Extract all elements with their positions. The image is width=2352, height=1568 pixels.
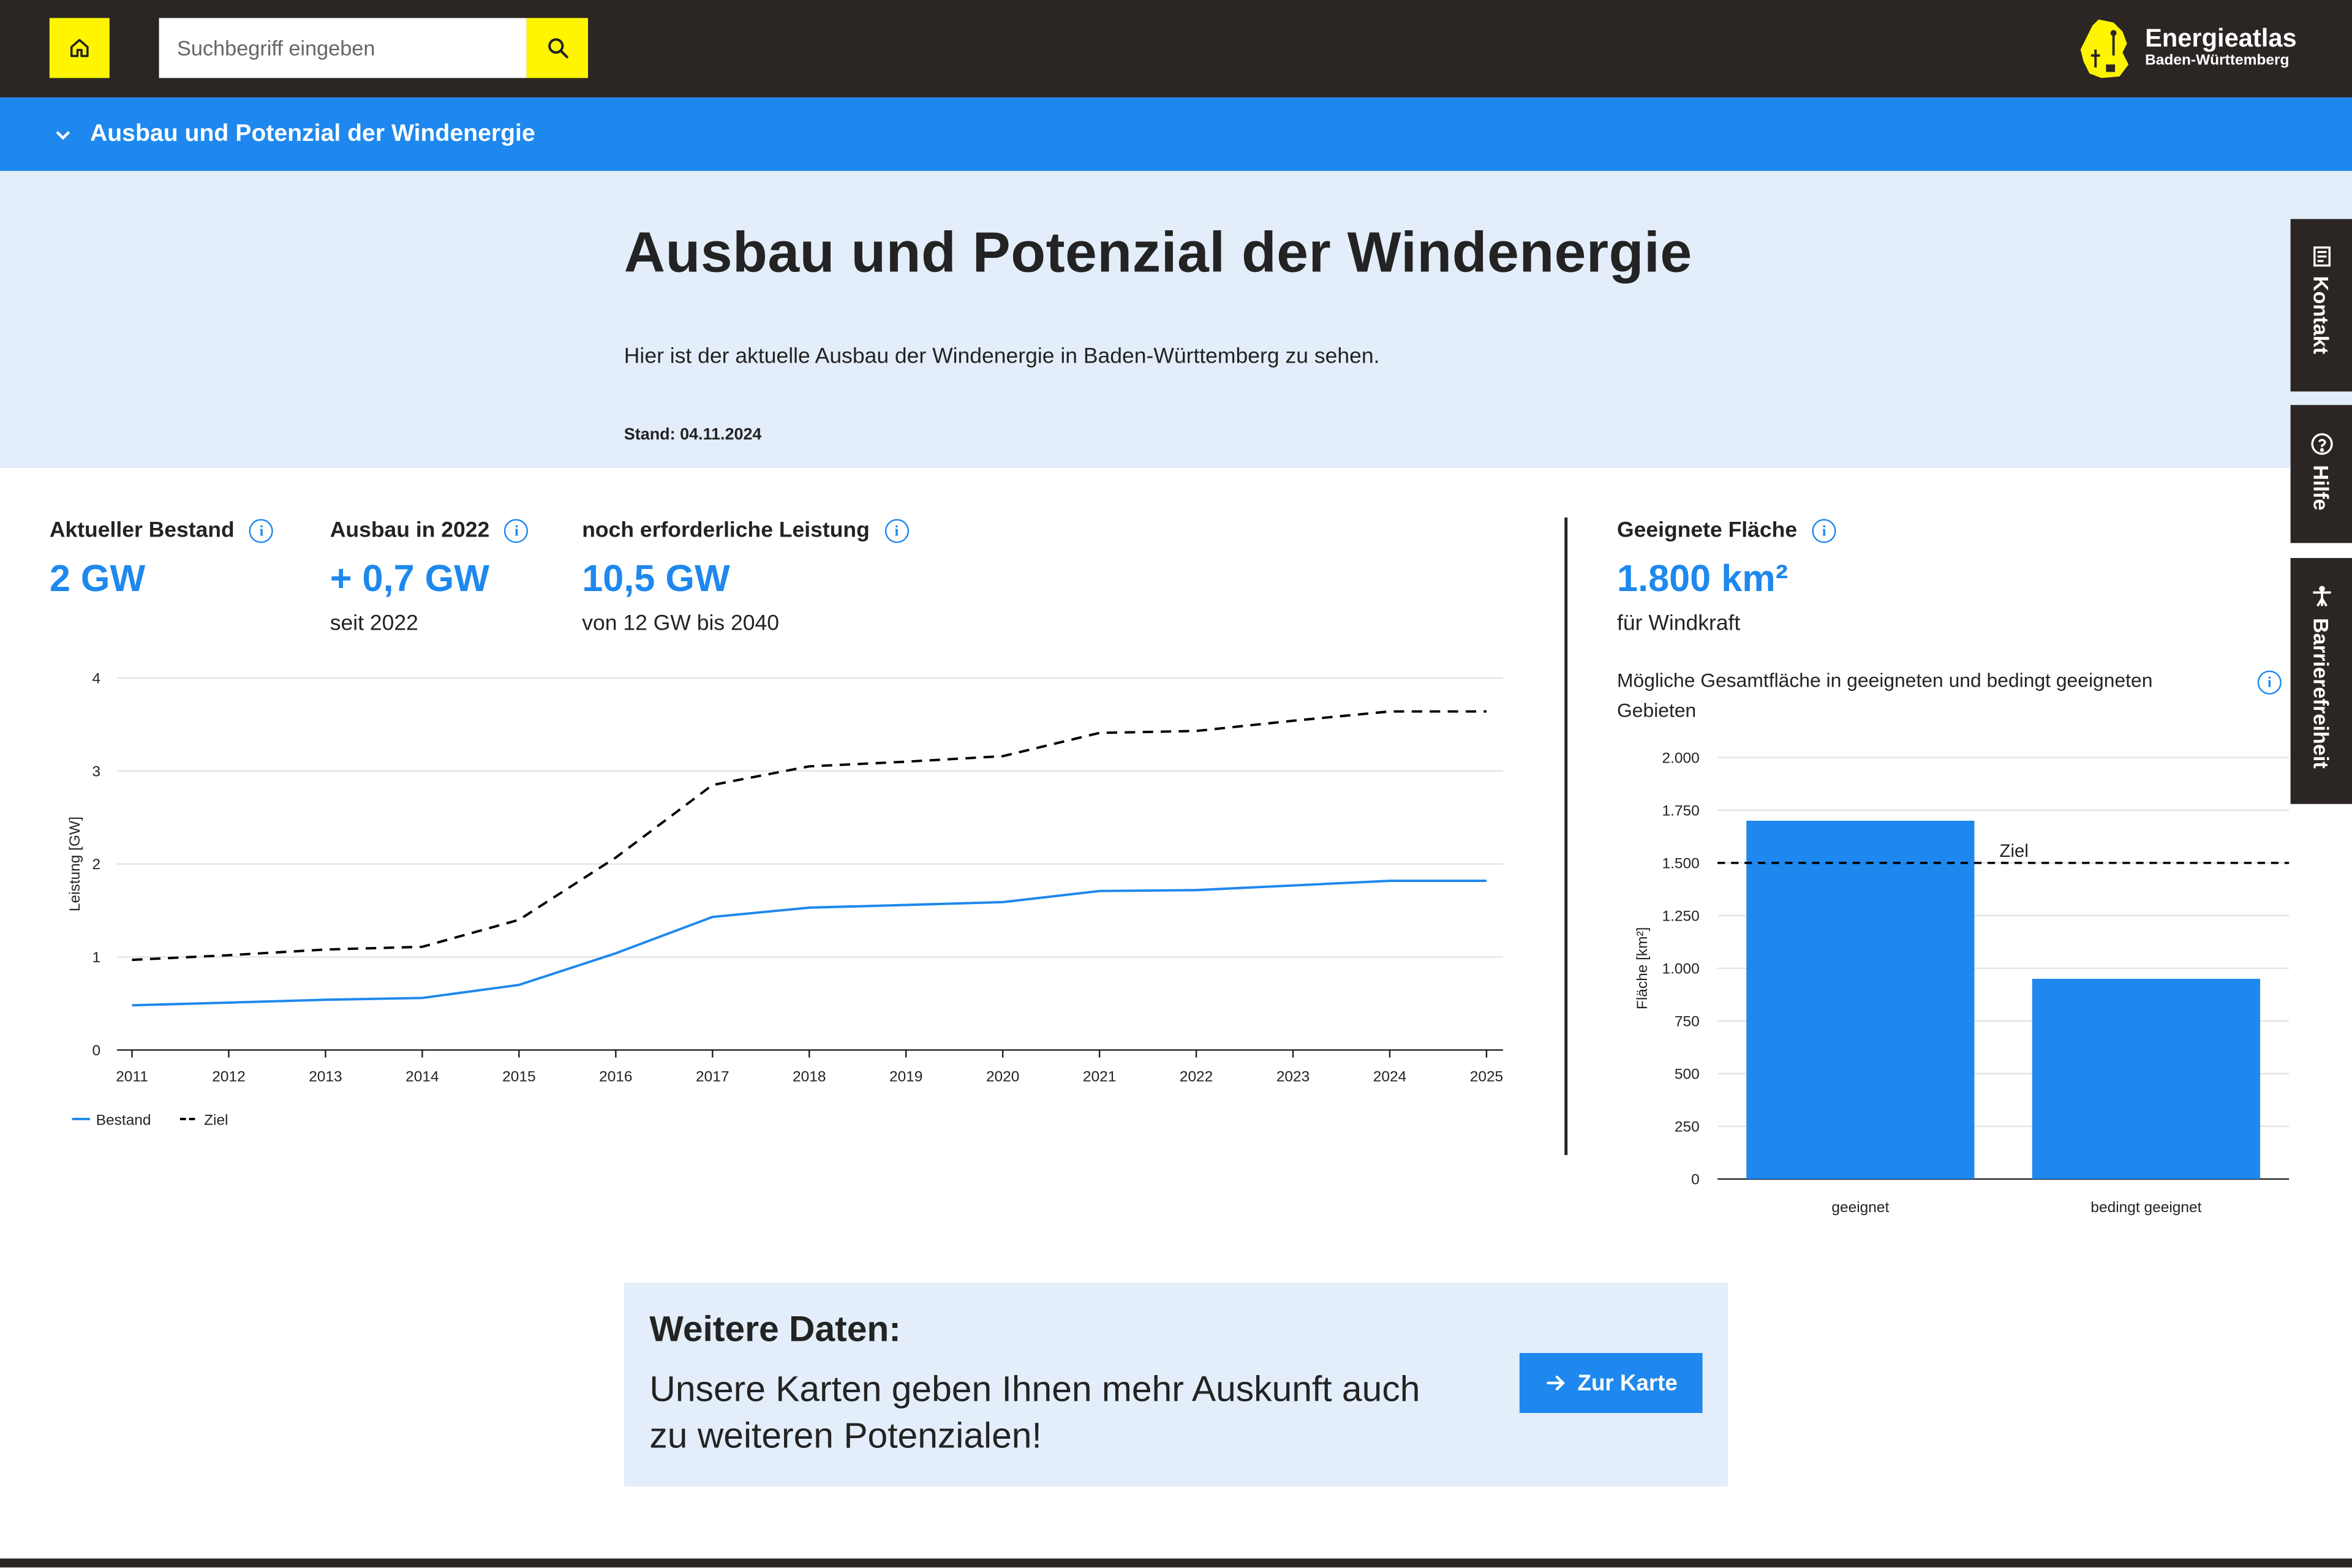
search-button[interactable] [526, 18, 589, 78]
y-tick-label: 2 [92, 856, 100, 873]
x-tick-label: 2021 [1083, 1069, 1116, 1085]
stat-sub-flaeche: für Windkraft [1617, 612, 1741, 636]
x-tick-label: 2025 [1470, 1069, 1503, 1085]
bar-bedingt-geeignet [2032, 979, 2261, 1179]
x-tick-label: geeignet [1831, 1199, 1889, 1216]
y-tick-label: 2.000 [1662, 750, 1699, 766]
zur-karte-button[interactable]: Zur Karte [1519, 1352, 1703, 1413]
info-icon[interactable]: i [2257, 670, 2282, 695]
x-tick-label: bedingt geeignet [2090, 1199, 2201, 1216]
info-icon[interactable]: i [504, 519, 529, 543]
side-tab-barrierefreiheit[interactable]: Barrierefreiheit [2290, 558, 2352, 804]
top-bar: Energieatlas Baden-Württemberg [0, 0, 2352, 98]
x-tick-label: 2012 [212, 1069, 245, 1085]
y-axis-label: Leistung [GW] [67, 816, 83, 911]
section-divider [1564, 517, 1568, 1155]
bar-geeignet [1746, 820, 1975, 1179]
x-tick-label: 2013 [309, 1069, 342, 1085]
stat-sub-ausbau: seit 2022 [330, 612, 418, 636]
stat-label-ausbau: Ausbau in 2022 i [330, 519, 529, 543]
more-data-box: Weitere Daten: Unsere Karten geben Ihnen… [624, 1282, 1728, 1487]
y-axis-label: Fläche [km²] [1634, 927, 1651, 1010]
y-tick-label: 500 [1675, 1066, 1700, 1082]
x-tick-label: 2024 [1373, 1069, 1406, 1085]
stat-label-text: Ausbau in 2022 [330, 519, 490, 543]
stat-value-erforderlich: 10,5 GW [582, 558, 730, 600]
chevron-down-icon [56, 130, 70, 140]
side-tab-kontakt-label: Kontakt [2309, 276, 2334, 355]
y-tick-label: 1.750 [1662, 802, 1699, 819]
page-title: Ausbau und Potenzial der Windenergie [624, 222, 1692, 285]
y-tick-label: 1 [92, 949, 100, 966]
zur-karte-label: Zur Karte [1577, 1370, 1678, 1396]
contact-icon [2312, 246, 2330, 267]
energieatlas-logo[interactable]: Energieatlas Baden-Württemberg [2078, 17, 2297, 80]
y-tick-label: 1.500 [1662, 855, 1699, 872]
page-description: Hier ist der aktuelle Ausbau der Windene… [624, 345, 1380, 369]
home-button[interactable] [49, 18, 110, 78]
bar-chart: 0 250 500 750 1.000 1.250 1.500 1.750 2.000 Fläch… [1634, 750, 2290, 1216]
logo-title: Energieatlas [2145, 24, 2297, 53]
y-tick-label: 0 [1691, 1171, 1700, 1188]
y-tick-label: 4 [92, 671, 100, 687]
line-chart: 0 1 2 3 4 2011 2012 2013 2014 2015 2016 2017 2018 201… [67, 671, 1503, 1129]
y-tick-label: 0 [92, 1042, 100, 1059]
side-tab-hilfe-label: Hilfe [2309, 465, 2334, 511]
section-toggle[interactable]: Ausbau und Potenzial der Windenergie [0, 97, 2352, 172]
y-tick-label: 1.000 [1662, 960, 1699, 977]
y-tick-label: 1.250 [1662, 908, 1699, 924]
x-tick-label: 2016 [599, 1069, 632, 1085]
y-tick-label: 3 [92, 763, 100, 780]
info-icon[interactable]: i [884, 519, 909, 543]
side-tab-barrierefreiheit-label: Barrierefreiheit [2309, 617, 2334, 769]
stat-label-flaeche: Geeignete Fläche i [1617, 519, 1836, 543]
x-tick-label: 2022 [1180, 1069, 1213, 1085]
more-data-heading: Weitere Daten: [649, 1309, 901, 1351]
x-tick-label: 2018 [793, 1069, 826, 1085]
stat-label-text: Aktueller Bestand [49, 519, 235, 543]
side-tab-hilfe[interactable]: Hilfe [2290, 405, 2352, 543]
search-input[interactable] [159, 18, 527, 78]
data-date: Stand: 04.11.2024 [624, 426, 762, 444]
more-data-text: Unsere Karten geben Ihnen mehr Auskunft … [649, 1369, 1420, 1457]
area-chart-description: Mögliche Gesamtfläche in geeigneten und … [1617, 669, 2153, 722]
x-tick-label: 2019 [889, 1069, 922, 1085]
x-tick-label: 2015 [502, 1069, 535, 1085]
state-map-logo-icon [2080, 19, 2129, 78]
y-tick-label: 250 [1675, 1118, 1700, 1135]
home-icon [70, 39, 89, 58]
accessibility-icon [2312, 586, 2331, 607]
stat-label-bestand: Aktueller Bestand i [50, 519, 274, 543]
info-icon[interactable]: i [1812, 519, 1836, 543]
search-icon [547, 38, 568, 59]
arrow-right-icon [1546, 1375, 1565, 1390]
side-tab-kontakt[interactable]: Kontakt [2290, 219, 2352, 392]
series-line-ziel [132, 710, 1487, 962]
help-icon [2310, 433, 2332, 455]
x-tick-label: 2020 [986, 1069, 1019, 1085]
page-root: Energieatlas Baden-Württemberg Ausbau un… [0, 0, 2352, 1568]
legend-label: Ziel [204, 1112, 228, 1129]
section-toggle-label: Ausbau und Potenzial der Windenergie [89, 121, 535, 146]
stat-label-text: Geeignete Fläche [1617, 519, 1798, 543]
stat-value-bestand: 2 GW [49, 558, 146, 600]
footer-bar [0, 1558, 2352, 1568]
x-tick-label: 2017 [696, 1069, 729, 1085]
target-line-label: Ziel [2000, 841, 2029, 861]
stat-value-flaeche: 1.800 km² [1617, 558, 1789, 600]
stat-label-text: noch erforderliche Leistung [582, 519, 870, 543]
x-tick-label: 2011 [116, 1069, 148, 1085]
logo-subtitle: Baden-Württemberg [2145, 52, 2290, 69]
x-tick-label: 2023 [1276, 1069, 1310, 1085]
stat-sub-erforderlich: von 12 GW bis 2040 [582, 612, 779, 636]
hero-section: Ausbau und Potenzial der Windenergie Hie… [0, 171, 2352, 469]
series-line-bestand [132, 880, 1487, 1007]
legend-label: Bestand [96, 1112, 151, 1129]
info-icon[interactable]: i [249, 519, 274, 543]
y-tick-label: 750 [1675, 1013, 1700, 1030]
stat-value-ausbau: + 0,7 GW [330, 558, 490, 600]
x-tick-label: 2014 [405, 1069, 439, 1085]
stat-label-erforderlich: noch erforderliche Leistung i [582, 519, 909, 543]
